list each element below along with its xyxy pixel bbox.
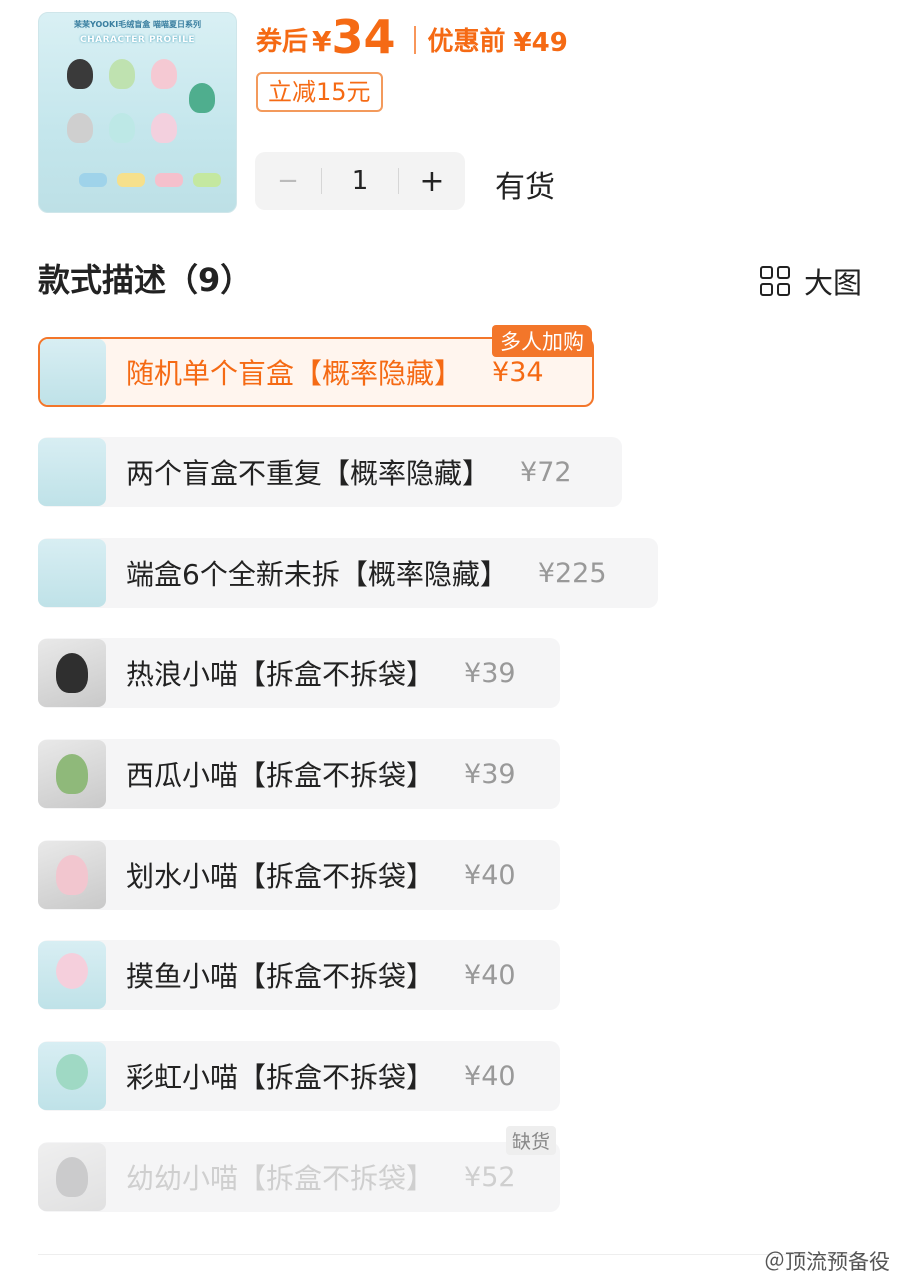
figure-bag-green (193, 173, 221, 187)
option-item[interactable]: 随机单个盲盒【概率隐藏】 ¥34 多人加购 (38, 325, 594, 407)
option-name: 西瓜小喵【拆盒不拆袋】 (126, 759, 435, 792)
increase-button[interactable]: + (399, 164, 465, 199)
figure-grey-cat (67, 113, 93, 143)
card-image (38, 1042, 106, 1110)
option-item[interactable]: 两个盲盒不重复【概率隐藏】 ¥72 (38, 437, 622, 507)
doll-photo (38, 841, 106, 909)
figure-bag-pink (155, 173, 183, 187)
coupon-price: 34 (331, 10, 396, 64)
option-price: ¥225 (537, 557, 607, 589)
product-thumbnail[interactable]: 茉茉YOOKI毛绒盲盒 喵喵夏日系列 CHARACTER PROFILE (38, 12, 237, 213)
figure-bag-yellow (117, 173, 145, 187)
price-row: 券后 ¥ 34 优惠前 ¥49 (256, 8, 568, 64)
grid-icon (759, 266, 790, 296)
bottom-divider (38, 1254, 862, 1255)
option-name: 摸鱼小喵【拆盒不拆袋】 (126, 960, 435, 993)
option-name: 两个盲盒不重复【概率隐藏】 (126, 457, 491, 490)
option-price: ¥52 (464, 1161, 516, 1193)
figure-rose-cat (151, 113, 177, 143)
decrease-button[interactable]: − (255, 166, 321, 196)
option-item[interactable]: 划水小喵【拆盒不拆袋】 ¥40 (38, 840, 560, 910)
option-price: ¥39 (464, 758, 516, 790)
discount-tag: 立减15元 (256, 72, 383, 112)
figure-green-cat (109, 59, 135, 89)
original-price: ¥49 (513, 28, 568, 58)
big-view-toggle[interactable]: 大图 (759, 260, 862, 302)
thumbnail-title: 茉茉YOOKI毛绒盲盒 喵喵夏日系列 (73, 20, 202, 29)
doll-photo (38, 740, 106, 808)
price-divider (413, 26, 416, 54)
option-name: 幼幼小喵【拆盒不拆袋】 (126, 1162, 435, 1195)
figure-pink-cat (151, 59, 177, 89)
figure-secret-cat (189, 83, 215, 113)
coupon-label: 券后 (256, 27, 309, 57)
option-price: ¥39 (464, 657, 516, 689)
option-item[interactable]: 彩虹小喵【拆盒不拆袋】 ¥40 (38, 1041, 560, 1111)
option-price: ¥40 (464, 959, 516, 991)
thumbnail-subtitle: CHARACTER PROFILE (79, 35, 195, 45)
figure-black-cat (67, 59, 93, 89)
option-price: ¥40 (464, 1060, 516, 1092)
doll-photo (38, 639, 106, 707)
quantity-stepper: − 1 + (255, 152, 465, 210)
option-item[interactable]: 西瓜小喵【拆盒不拆袋】 ¥39 (38, 739, 560, 809)
option-price: ¥72 (520, 456, 572, 488)
figure-bag-blue (79, 173, 107, 187)
option-price: ¥34 (492, 356, 544, 388)
option-name: 划水小喵【拆盒不拆袋】 (126, 860, 435, 893)
quantity-value[interactable]: 1 (322, 166, 398, 196)
option-item[interactable]: 热浪小喵【拆盒不拆袋】 ¥39 (38, 638, 560, 708)
currency-symbol: ¥ (312, 25, 332, 58)
original-label: 优惠前 (427, 27, 506, 57)
figure-mint-cat (109, 113, 135, 143)
big-view-label: 大图 (803, 266, 862, 300)
doll-photo (38, 1143, 106, 1211)
hot-badge: 多人加购 (492, 325, 592, 357)
stock-status: 有货 (495, 170, 555, 205)
option-item[interactable]: 幼幼小喵【拆盒不拆袋】 ¥52 缺货 (38, 1126, 560, 1212)
section-title: 款式描述（9） (38, 261, 253, 299)
out-of-stock-badge: 缺货 (505, 1126, 556, 1155)
option-price: ¥40 (464, 859, 516, 891)
option-name: 热浪小喵【拆盒不拆袋】 (126, 658, 435, 691)
option-name: 彩虹小喵【拆盒不拆袋】 (126, 1061, 435, 1094)
option-name: 随机单个盲盒【概率隐藏】 (126, 357, 463, 390)
option-item[interactable]: 摸鱼小喵【拆盒不拆袋】 ¥40 (38, 940, 560, 1010)
card-image (38, 941, 106, 1009)
watermark: ＠顶流预备役 (764, 1250, 890, 1274)
option-name: 端盒6个全新未拆【概率隐藏】 (126, 558, 508, 591)
box-image (38, 438, 106, 506)
option-item[interactable]: 端盒6个全新未拆【概率隐藏】 ¥225 (38, 538, 658, 608)
box-image (38, 539, 106, 607)
box-image (40, 339, 106, 405)
